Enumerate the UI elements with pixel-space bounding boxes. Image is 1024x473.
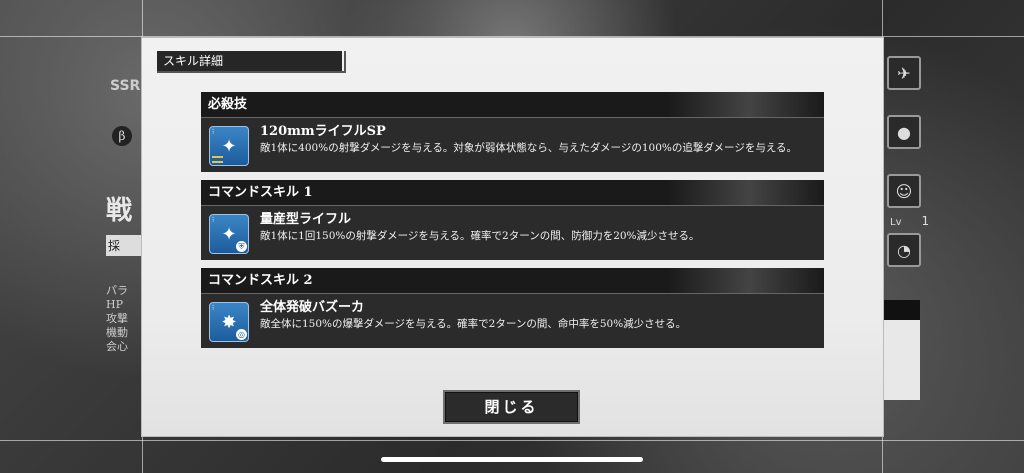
side-skill-icons: ✈ ● ☺ ◔ [887,56,923,292]
unit-title: 戦 [106,196,133,226]
skill-body: ⁝ ✦ 120mmライフルSP 敵1体に400%の射撃ダメージを与える。対象が弱体… [201,118,824,172]
close-button[interactable]: 閉じる [443,390,580,424]
skill-description: 敵1体に1回150%の射撃ダメージを与える。確率で2ターンの間、防御力を20%減… [260,230,700,242]
stat-line: 会心 [106,340,128,353]
modal-title: スキル詳細 [157,51,346,73]
frame-line [0,36,1024,37]
skill-name: 120mmライフルSP [260,124,386,139]
beta-icon: β [112,126,132,146]
pilot-icon[interactable]: ☺ [887,174,921,208]
skill-name: 量産型ライフル [260,212,352,227]
skill-body: ⁝ ✦ ⛨ 量産型ライフル 敵1体に1回150%の射撃ダメージを与える。確率で2ター… [201,206,824,260]
bomb-icon: ⁝ ✸ ◎ [209,302,249,342]
shield-icon: ⛨ [236,241,247,252]
skill-category: 必殺技 [201,92,824,118]
stat-line: 機動 [106,326,128,339]
unit-info-panel: 戦 採 パラ HP 攻撃 機動 会心 [106,190,142,354]
skill-item: 必殺技 ⁝ ✦ 120mmライフルSP 敵1体に400%の射撃ダメージを与える。対… [201,92,824,172]
skill-description: 敵全体に150%の爆撃ダメージを与える。確率で2ターンの間、命中率を50%減少さ… [260,318,687,330]
skill-list: 必殺技 ⁝ ✦ 120mmライフルSP 敵1体に400%の射撃ダメージを与える。対… [201,92,824,356]
modal-title-text: スキル詳細 [157,51,342,71]
rarity-label: SSR [110,78,141,94]
frame-line [0,440,1024,441]
skill-body: ⁝ ✸ ◎ 全体発破バズーカ 敵全体に150%の爆撃ダメージを与える。確率で2ターン… [201,294,824,348]
rifle-icon: ⁝ ✦ [209,126,249,166]
home-indicator[interactable] [381,457,643,462]
gauge-icon[interactable]: ◔ [887,233,921,267]
skill-detail-modal: スキル詳細 必殺技 ⁝ ✦ 120mmライフルSP 敵1体に400%の射撃ダメージ… [142,38,883,436]
plane-icon[interactable]: ✈ [887,56,921,90]
skill-category: コマンドスキル 1 [201,180,824,206]
skill-item: コマンドスキル 2 ⁝ ✸ ◎ 全体発破バズーカ 敵全体に150%の爆撃ダメージを与… [201,268,824,348]
skill-category: コマンドスキル 2 [201,268,824,294]
skill-name: 全体発破バズーカ [260,300,365,315]
skill-description: 敵1体に400%の射撃ダメージを与える。対象が弱体状態なら、与えたダメージの10… [260,142,798,154]
skill-item: コマンドスキル 1 ⁝ ✦ ⛨ 量産型ライフル 敵1体に1回150%の射撃ダメージを… [201,180,824,260]
unit-tag: 採 [106,235,142,256]
stat-line: 攻撃 [106,312,128,325]
stat-list: パラ HP 攻撃 機動 会心 [106,284,142,354]
rifle-icon: ⁝ ✦ ⛨ [209,214,249,254]
stat-line: HP [106,298,123,311]
level-readout: Lv 1 [890,214,929,228]
bomb-icon[interactable]: ● [887,115,921,149]
level-label: Lv [890,217,902,228]
level-value: 1 [921,214,930,228]
side-panel [880,300,920,400]
target-icon: ◎ [236,329,247,340]
stat-line: パラ [106,284,128,297]
